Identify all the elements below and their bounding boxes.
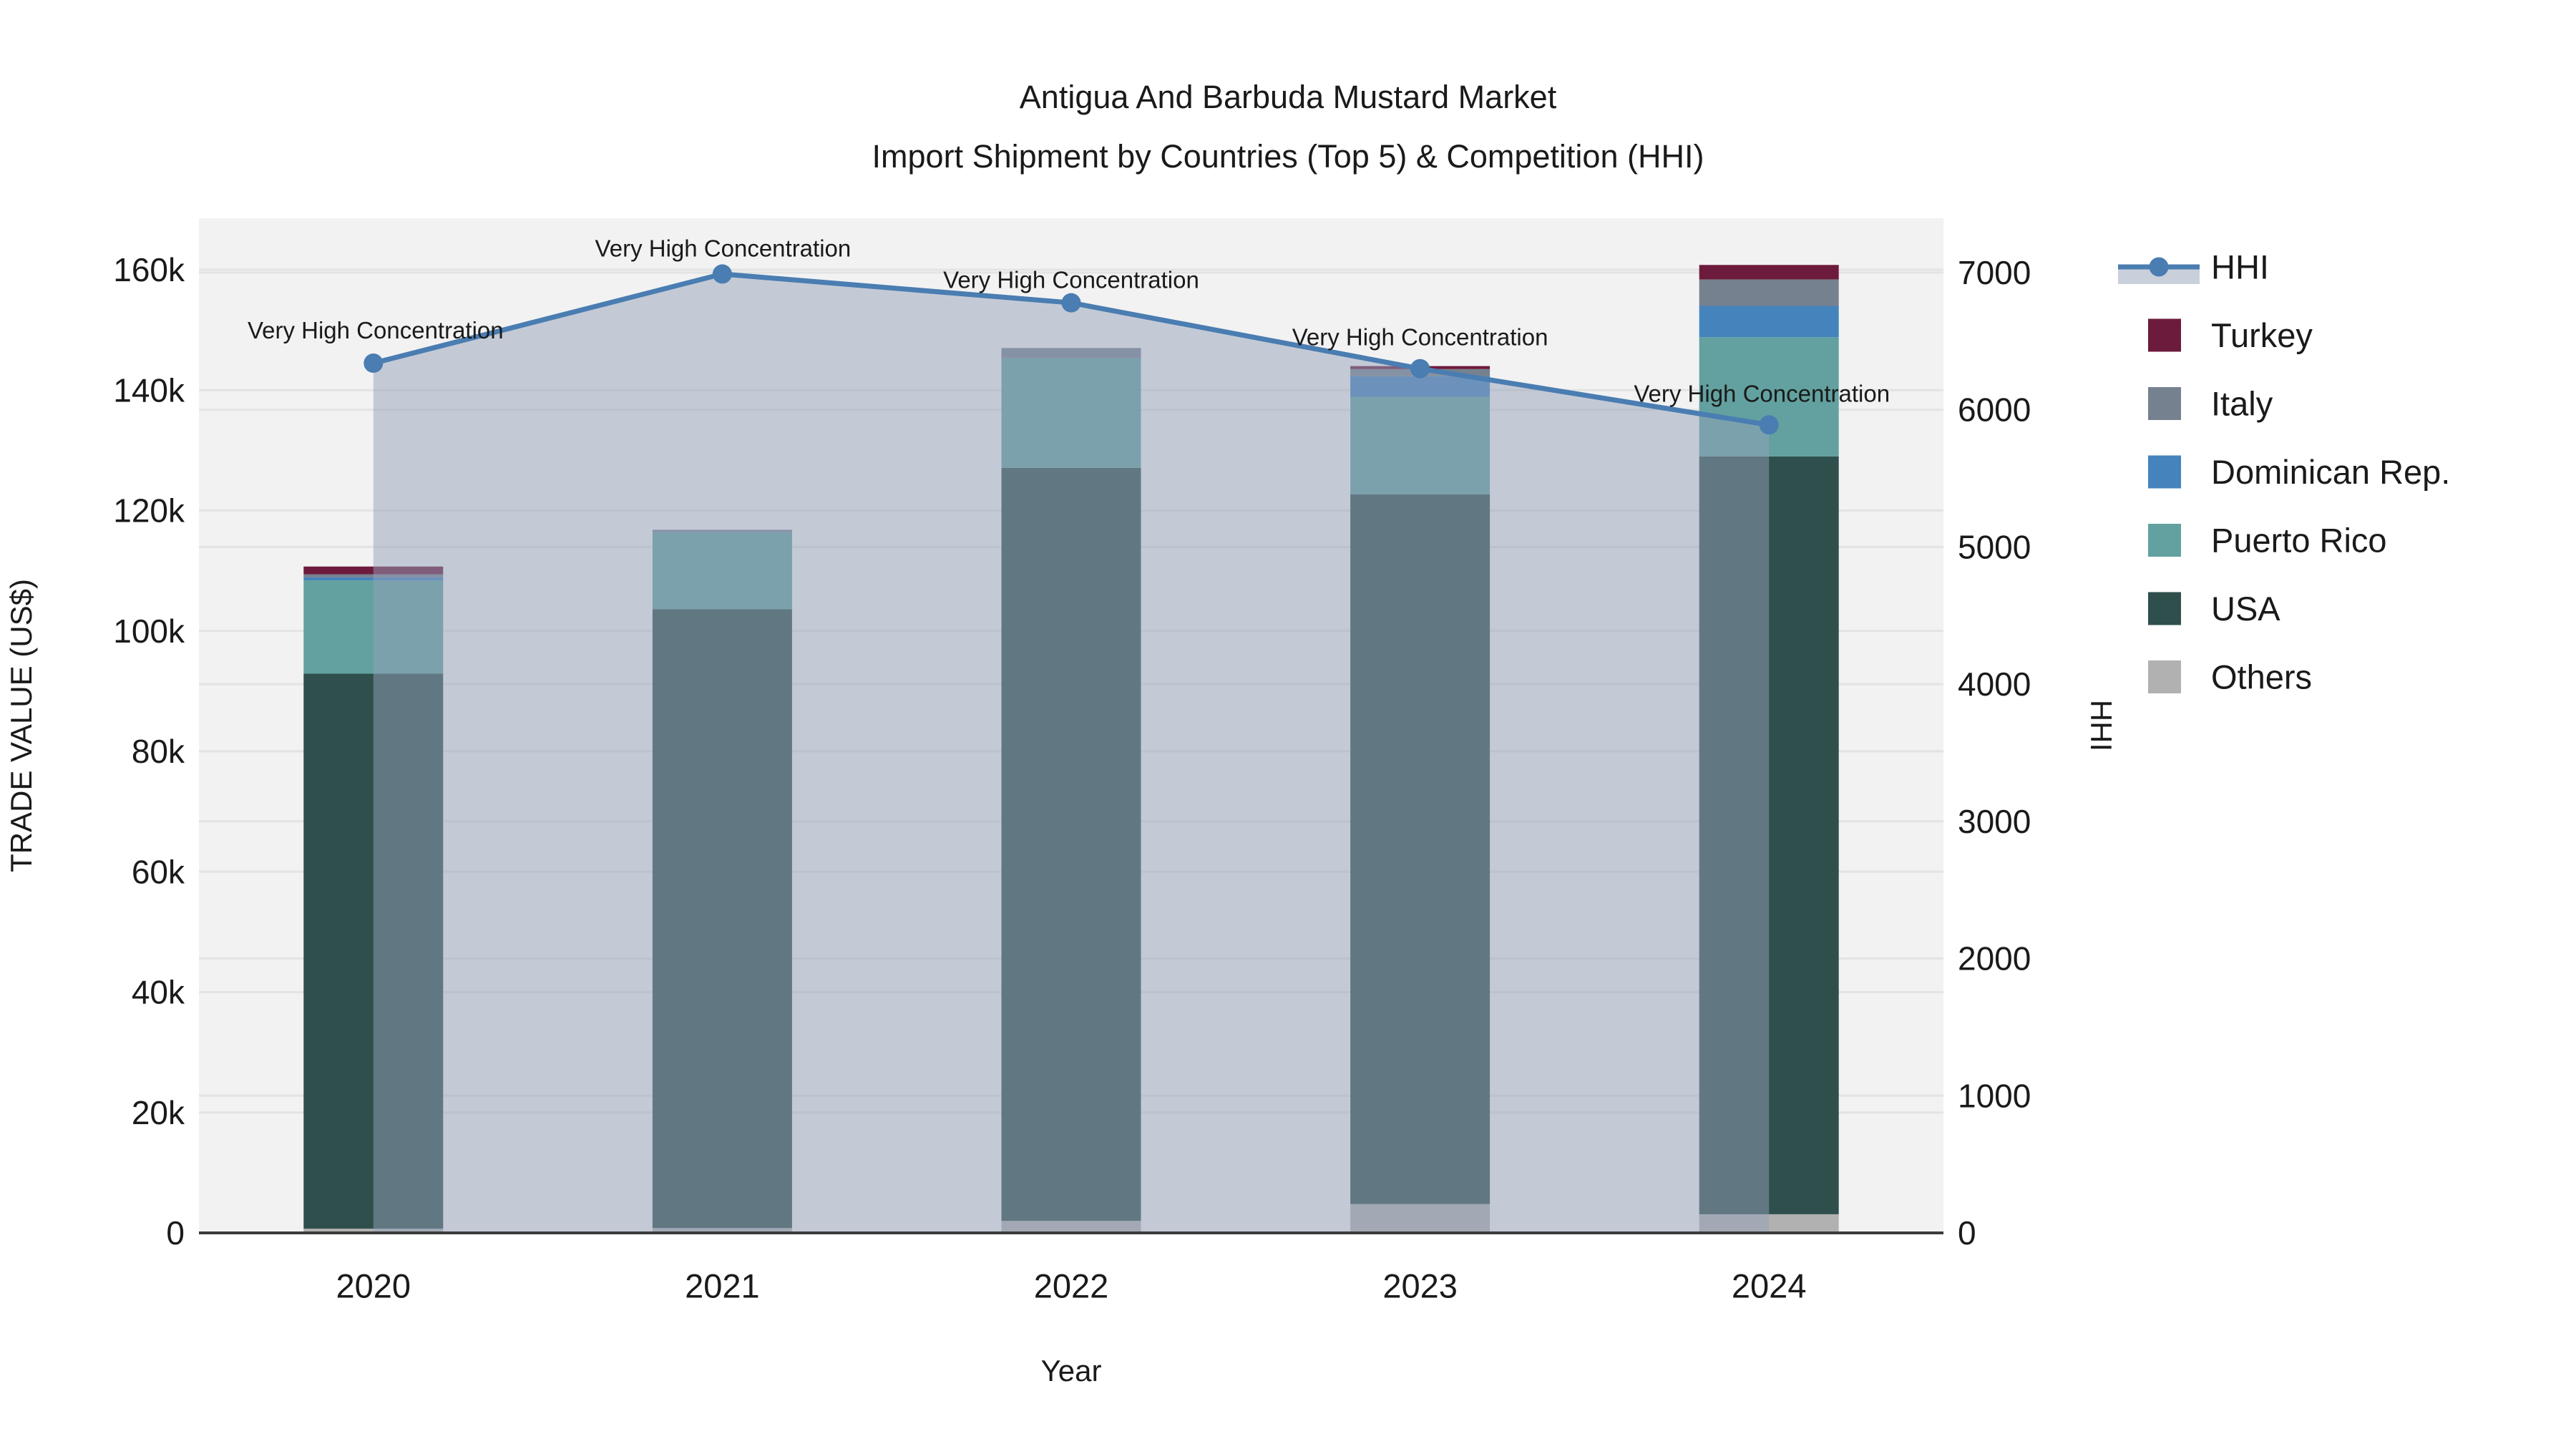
hhi-marker-2023	[1410, 358, 1430, 379]
legend-item-others[interactable]: Others	[2148, 658, 2312, 696]
y-left-tick-140k: 140k	[113, 371, 185, 409]
y-left-tick-0: 0	[166, 1214, 185, 1252]
x-tick-2022: 2022	[1034, 1267, 1109, 1305]
legend-label-usa: USA	[2211, 590, 2280, 628]
legend-swatch-puerto-rico	[2148, 524, 2181, 557]
legend-swatch-others	[2148, 660, 2181, 693]
y-right-tick-2000: 2000	[1958, 940, 2031, 977]
legend-label-italy: Italy	[2211, 385, 2273, 423]
hhi-area	[373, 273, 1770, 1234]
y-right-tick-7000: 7000	[1958, 254, 2031, 291]
chart-title-line2: Import Shipment by Countries (Top 5) & C…	[872, 138, 1704, 175]
y-left-tick-20k: 20k	[132, 1094, 185, 1131]
hhi-marker-2020	[364, 353, 384, 374]
x-tick-2023: 2023	[1382, 1267, 1458, 1305]
legend-swatch-italy	[2148, 387, 2181, 420]
legend-swatch-usa	[2148, 592, 2181, 625]
legend-label-others: Others	[2211, 658, 2312, 696]
chart-figure: 0 20k 40k 60k 80k 100k 120k 140k 160k 0 1000 2000 30…	[0, 0, 2576, 1449]
legend-label-puerto-rico: Puerto Rico	[2211, 522, 2387, 560]
legend-item-hhi[interactable]: HHI	[2118, 248, 2269, 286]
annotation-2024: Very High Concentration	[1634, 380, 1890, 406]
y-right-tick-5000: 5000	[1958, 528, 2031, 565]
x-axis-title: Year	[1041, 1354, 1102, 1387]
x-tick-2020: 2020	[336, 1267, 411, 1305]
chart-title-line1: Antigua And Barbuda Mustard Market	[1020, 79, 1557, 115]
x-tick-2024: 2024	[1732, 1267, 1807, 1305]
y-right-tick-6000: 6000	[1958, 391, 2031, 429]
y-left-tick-100k: 100k	[113, 613, 185, 650]
x-tick-2021: 2021	[685, 1267, 760, 1305]
legend-swatch-turkey	[2148, 318, 2181, 352]
legend-item-puerto-rico[interactable]: Puerto Rico	[2148, 522, 2387, 560]
bar-segment-dominican-rep-2024	[1699, 306, 1839, 338]
legend-label-turkey: Turkey	[2211, 316, 2313, 354]
y-left-axis-title: TRADE VALUE (US$)	[4, 579, 38, 872]
y-left-tick-60k: 60k	[132, 853, 185, 890]
legend-item-italy[interactable]: Italy	[2148, 385, 2273, 423]
annotation-2023: Very High Concentration	[1292, 324, 1548, 351]
y-left-tick-40k: 40k	[132, 974, 185, 1011]
y-right-tick-4000: 4000	[1958, 665, 2031, 703]
annotation-2021: Very High Concentration	[595, 235, 852, 261]
mustard-market-chart: 0 20k 40k 60k 80k 100k 120k 140k 160k 0 1000 2000 30…	[4, 79, 2450, 1387]
bar-segment-turkey-2024	[1699, 265, 1839, 280]
legend-label-hhi: HHI	[2211, 248, 2269, 286]
annotation-2020: Very High Concentration	[248, 317, 504, 343]
hhi-marker-2024	[1759, 415, 1779, 435]
legend-hhi-marker	[2149, 257, 2169, 277]
hhi-marker-2021	[712, 264, 732, 284]
y-right-tick-1000: 1000	[1958, 1077, 2031, 1114]
y-left-tick-120k: 120k	[113, 492, 185, 530]
y-left-tick-80k: 80k	[132, 733, 185, 770]
legend-label-dominican-rep: Dominican Rep.	[2211, 453, 2450, 491]
hhi-marker-2022	[1061, 293, 1081, 313]
hhi-area-layer	[373, 273, 1770, 1234]
bar-segment-italy-2024	[1699, 279, 1839, 306]
legend: HHI Turkey Italy Dominican Rep. Puerto Rico U…	[2118, 248, 2450, 696]
y-right-tick-3000: 3000	[1958, 803, 2031, 840]
y-right-axis-title: HHI	[2084, 700, 2118, 751]
legend-item-usa[interactable]: USA	[2148, 590, 2280, 628]
y-left-tick-160k: 160k	[113, 251, 185, 288]
legend-item-turkey[interactable]: Turkey	[2148, 316, 2313, 354]
y-right-tick-0: 0	[1958, 1214, 1976, 1252]
legend-item-dominican-rep[interactable]: Dominican Rep.	[2148, 453, 2450, 491]
legend-swatch-dominican-rep	[2148, 455, 2181, 489]
annotation-2022: Very High Concentration	[943, 267, 1199, 293]
